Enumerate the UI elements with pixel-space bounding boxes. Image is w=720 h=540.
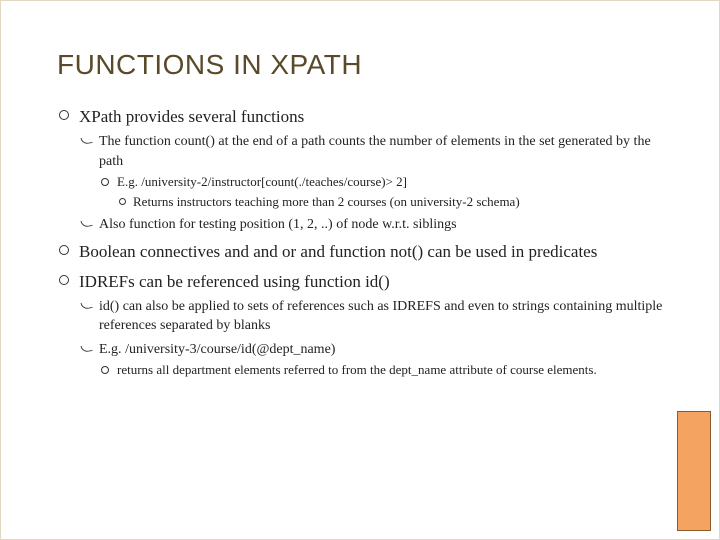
text-fragment: can be used in predicates: [423, 242, 597, 261]
text-fragment: and: [249, 242, 282, 261]
bullet-list-level4: Returns instructors teaching more than 2…: [117, 193, 663, 211]
bullet-boolean-connectives: Boolean connectives and and or and funct…: [57, 240, 663, 263]
bullet-example-id: E.g. /university-3/course/id(@dept_name)…: [79, 340, 663, 379]
bullet-idrefs: IDREFs can be referenced using function …: [57, 270, 663, 379]
bullet-list-level3: E.g. /university-2/instructor[count(./te…: [99, 173, 663, 211]
bullet-text: Boolean connectives and and or and funct…: [79, 242, 597, 261]
bullet-list-level2: The function count() at the end of a pat…: [79, 132, 663, 234]
code-not: not(): [390, 242, 423, 261]
code-or: or: [282, 242, 296, 261]
code-id: id(): [365, 272, 390, 291]
bullet-list-level3: returns all department elements referred…: [99, 361, 663, 379]
code-id: id(): [99, 299, 119, 314]
bullet-position-function: Also function for testing position (1, 2…: [79, 215, 663, 234]
example-code: /university-2/instructor[count(./teaches…: [141, 174, 407, 189]
bullet-text: IDREFs can be referenced using function …: [79, 272, 390, 291]
text-fragment: and function: [296, 242, 390, 261]
bullet-xpath-functions: XPath provides several functions The fun…: [57, 105, 663, 234]
side-accent-bar: [677, 411, 711, 531]
example-code: /university-3/course/id(@dept_name): [125, 342, 335, 357]
text-fragment: Boolean connectives: [79, 242, 224, 261]
example-label: E.g.: [99, 342, 125, 357]
bullet-list-level1: XPath provides several functions The fun…: [57, 105, 663, 379]
slide-title: FUNCTIONS IN XPATH: [57, 49, 663, 81]
text-fragment: IDREFs can be referenced using function: [79, 272, 365, 291]
bullet-count-function: The function count() at the end of a pat…: [79, 132, 663, 211]
bullet-example-note: Returns instructors teaching more than 2…: [117, 193, 663, 211]
code-count: count(): [174, 134, 214, 149]
slide-content: XPath provides several functions The fun…: [57, 105, 663, 379]
bullet-text: XPath provides several functions: [79, 107, 304, 126]
example-label: E.g.: [117, 174, 141, 189]
text-fragment: The function: [99, 134, 174, 149]
text-fragment: can also be applied to sets of reference…: [99, 299, 662, 333]
code-and: and: [224, 242, 249, 261]
bullet-example-count: E.g. /university-2/instructor[count(./te…: [99, 173, 663, 211]
slide: FUNCTIONS IN XPATH XPath provides severa…: [0, 0, 720, 540]
bullet-id-sets: id() can also be applied to sets of refe…: [79, 297, 663, 336]
bullet-example-note: returns all department elements referred…: [99, 361, 663, 379]
bullet-list-level2: id() can also be applied to sets of refe…: [79, 297, 663, 379]
